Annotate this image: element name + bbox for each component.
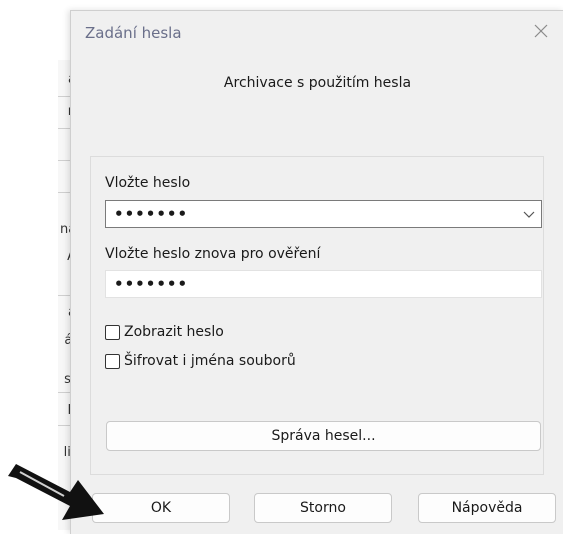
manage-passwords-button[interactable]: Správa hesel... <box>106 421 541 451</box>
encrypt-filenames-label: Šifrovat i jména souborů <box>124 353 296 369</box>
password-group: Vložte heslo ••••••• Vložte heslo znova … <box>90 156 544 475</box>
encrypt-filenames-checkbox[interactable] <box>105 353 120 369</box>
cancel-button[interactable]: Storno <box>254 493 392 523</box>
encrypt-filenames-checkbox-row[interactable]: Šifrovat i jména souborů <box>105 353 296 369</box>
confirm-password-label: Vložte heslo znova pro ověření <box>105 246 321 262</box>
password-value: ••••••• <box>114 205 189 223</box>
password-dialog: Zadání hesla Archivace s použitím hesla … <box>70 10 563 534</box>
help-button[interactable]: Nápověda <box>418 493 556 523</box>
password-label: Vložte heslo <box>105 175 191 191</box>
dialog-subtitle: Archivace s použitím hesla <box>223 75 412 91</box>
confirm-password-value: ••••••• <box>114 275 189 293</box>
arrow-icon <box>8 464 104 520</box>
dialog-title: Zadání hesla <box>85 24 182 42</box>
ok-button[interactable]: OK <box>92 493 230 523</box>
show-password-checkbox[interactable] <box>105 324 120 340</box>
confirm-password-input[interactable]: ••••••• <box>105 270 542 298</box>
close-icon[interactable] <box>532 22 550 40</box>
password-input[interactable]: ••••••• <box>105 200 542 228</box>
show-password-label: Zobrazit heslo <box>124 324 224 340</box>
title-bar: Zadání hesla <box>71 11 563 55</box>
chevron-down-icon[interactable] <box>523 208 535 220</box>
show-password-checkbox-row[interactable]: Zobrazit heslo <box>105 324 224 340</box>
